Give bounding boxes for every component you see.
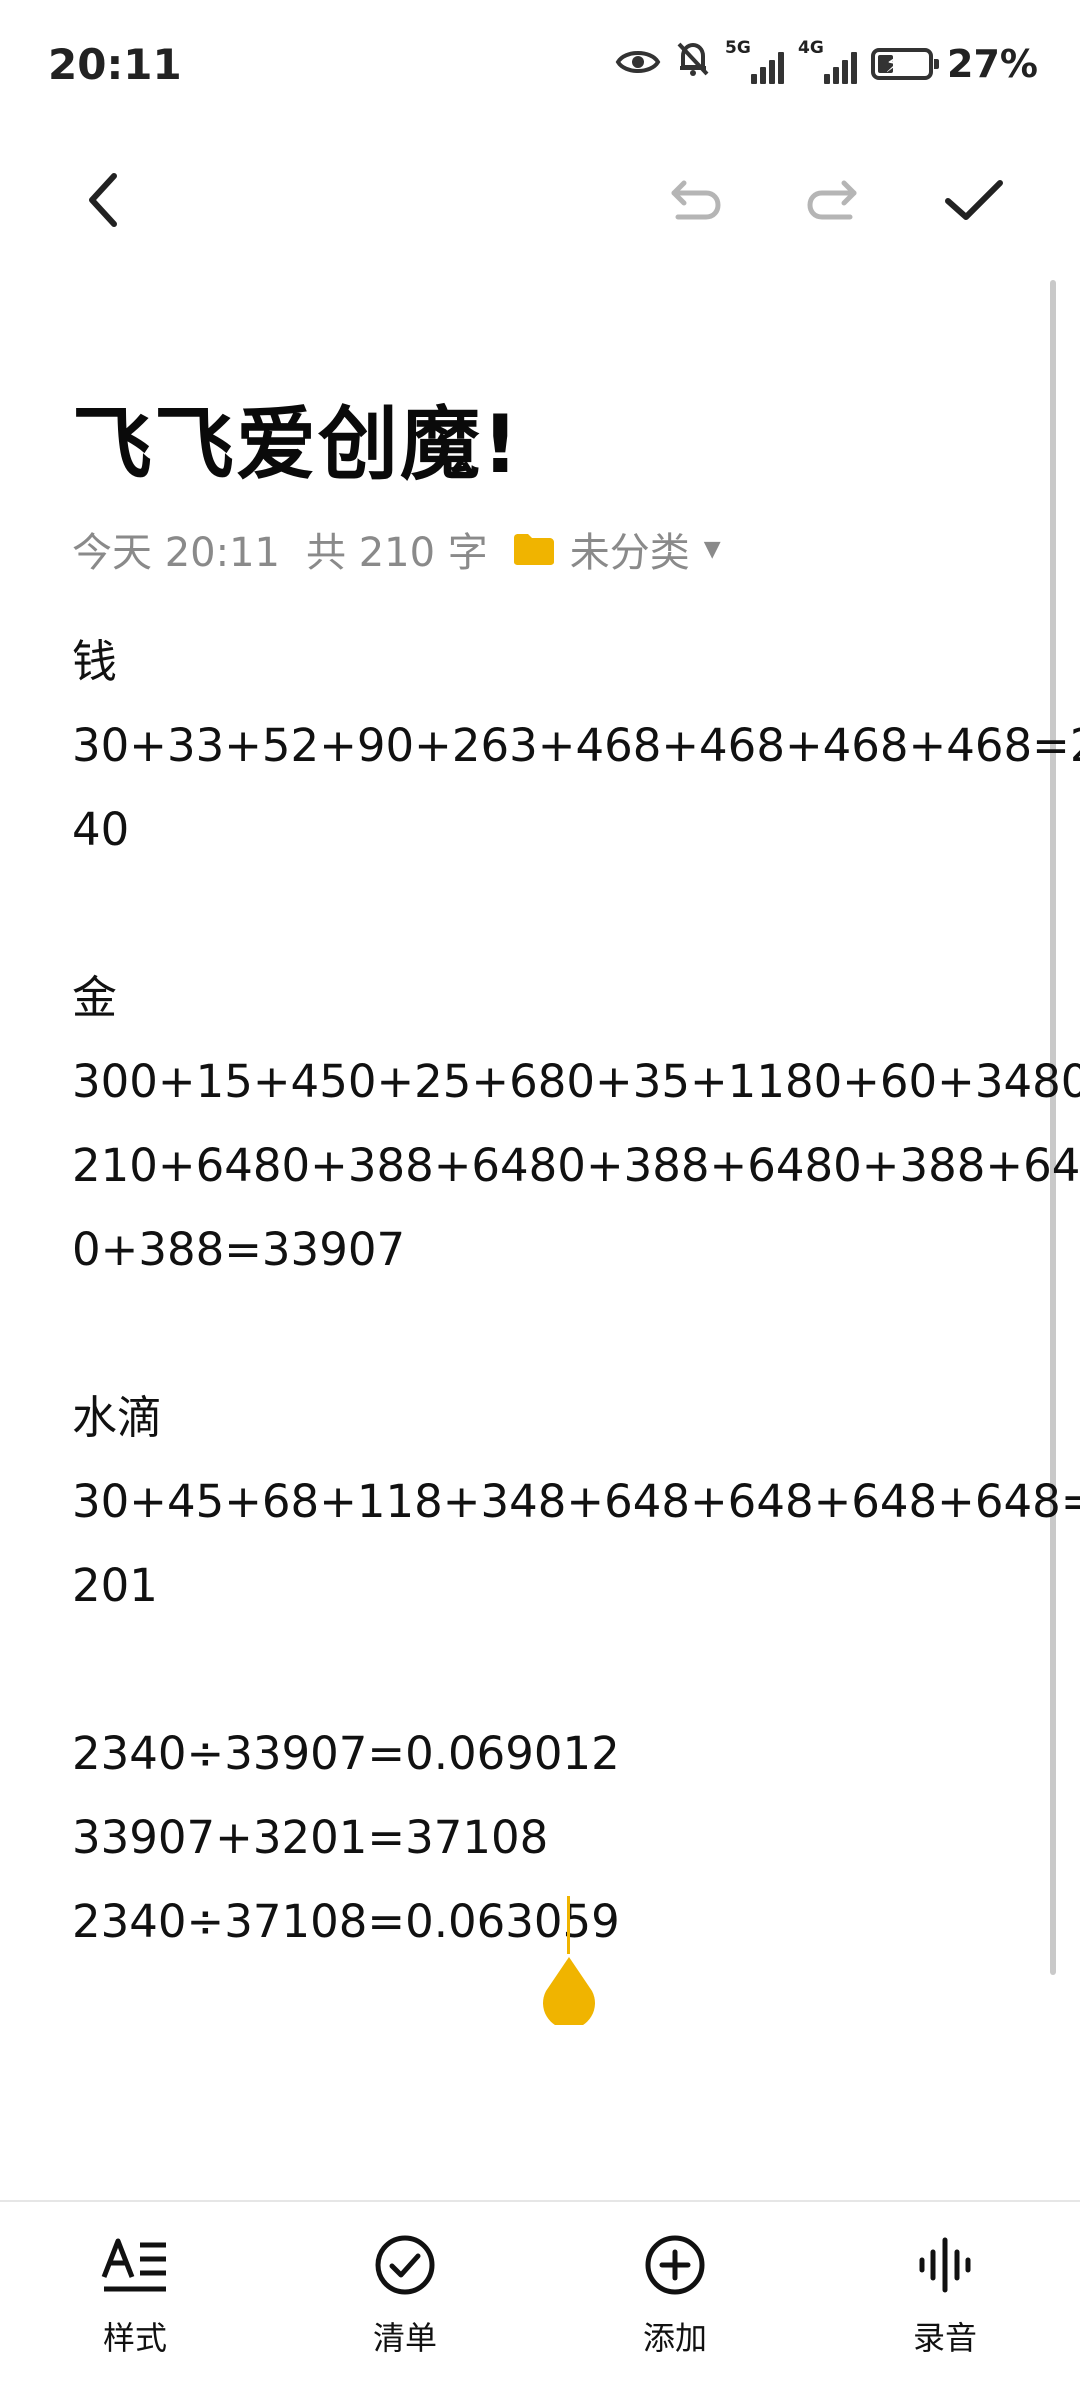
toolbar-divider <box>0 2200 1080 2202</box>
triangle-down-icon: ▼ <box>703 536 721 562</box>
note-meta: 今天 20:11 共 210 字 未分类 ▼ <box>72 520 721 578</box>
style-button[interactable]: 样式 <box>55 2225 215 2359</box>
add-label: 添加 <box>642 2319 707 2357</box>
note-line: 40 <box>72 803 130 856</box>
eye-icon <box>615 42 661 86</box>
note-date: 今天 20:11 <box>72 530 280 576</box>
note-body[interactable]: 钱 30+33+52+90+263+468+468+468+468=23 40 … <box>72 620 1080 1964</box>
text-style-icon <box>101 2238 166 2292</box>
folder-label: 未分类 <box>569 530 690 576</box>
waveform-icon <box>919 2237 971 2293</box>
note-line: 30+45+68+118+348+648+648+648+648=3 <box>72 1475 1080 1528</box>
note-line: 金 <box>72 971 118 1024</box>
note-line: 2340÷33907=0.069012 <box>72 1727 620 1780</box>
note-line <box>72 872 1012 956</box>
signal-4g-icon: 4G <box>798 39 858 84</box>
text-cursor <box>567 1896 570 1954</box>
note-line: 33907+3201=37108 <box>72 1811 549 1864</box>
redo-icon <box>807 180 857 220</box>
note-line: 210+6480+388+6480+388+6480+388+648 <box>72 1139 1080 1192</box>
cursor-handle[interactable] <box>540 1955 598 2030</box>
note-line: 300+15+450+25+680+35+1180+60+3480+ <box>72 1055 1080 1108</box>
checklist-button[interactable]: 清单 <box>325 2225 485 2359</box>
chevron-left-icon <box>89 173 117 227</box>
note-line: 2340÷37108=0.063059 <box>72 1895 620 1948</box>
status-time: 20:11 <box>48 40 182 89</box>
redo-button[interactable] <box>794 160 874 240</box>
folder-selector[interactable]: 未分类 ▼ <box>512 520 721 578</box>
battery-percent: 27% <box>947 41 1038 86</box>
note-line: 钱 <box>72 635 118 688</box>
bell-muted-icon <box>675 40 711 87</box>
plus-circle-icon <box>645 2235 705 2295</box>
undo-button[interactable] <box>654 160 734 240</box>
note-line <box>72 1292 1012 1376</box>
word-count: 共 210 字 <box>306 530 488 576</box>
record-button[interactable]: 录音 <box>865 2225 1025 2359</box>
scrollbar[interactable] <box>1050 280 1056 1975</box>
add-button[interactable]: 添加 <box>595 2225 755 2359</box>
record-label: 录音 <box>912 2319 977 2357</box>
note-line: 201 <box>72 1559 158 1612</box>
undo-icon <box>671 180 721 220</box>
note-line: 水滴 <box>72 1391 163 1444</box>
check-icon <box>945 180 1003 220</box>
note-line: 0+388=33907 <box>72 1223 406 1276</box>
note-line: 30+33+52+90+263+468+468+468+468=23 <box>72 719 1080 772</box>
back-button[interactable] <box>64 160 144 240</box>
checklist-label: 清单 <box>372 2319 437 2357</box>
check-circle-icon <box>375 2235 435 2295</box>
signal-5g-icon: 5G <box>725 39 785 84</box>
drop-handle-icon <box>543 1957 595 2030</box>
note-line <box>72 1628 1012 1712</box>
folder-icon <box>513 534 554 565</box>
note-title[interactable]: 飞飞爱创魔! <box>72 380 520 496</box>
status-icons: 5G 4G ⚡ 27% <box>615 39 1038 87</box>
style-label: 样式 <box>102 2319 167 2357</box>
battery-icon: ⚡ <box>871 47 940 80</box>
done-button[interactable] <box>934 160 1014 240</box>
